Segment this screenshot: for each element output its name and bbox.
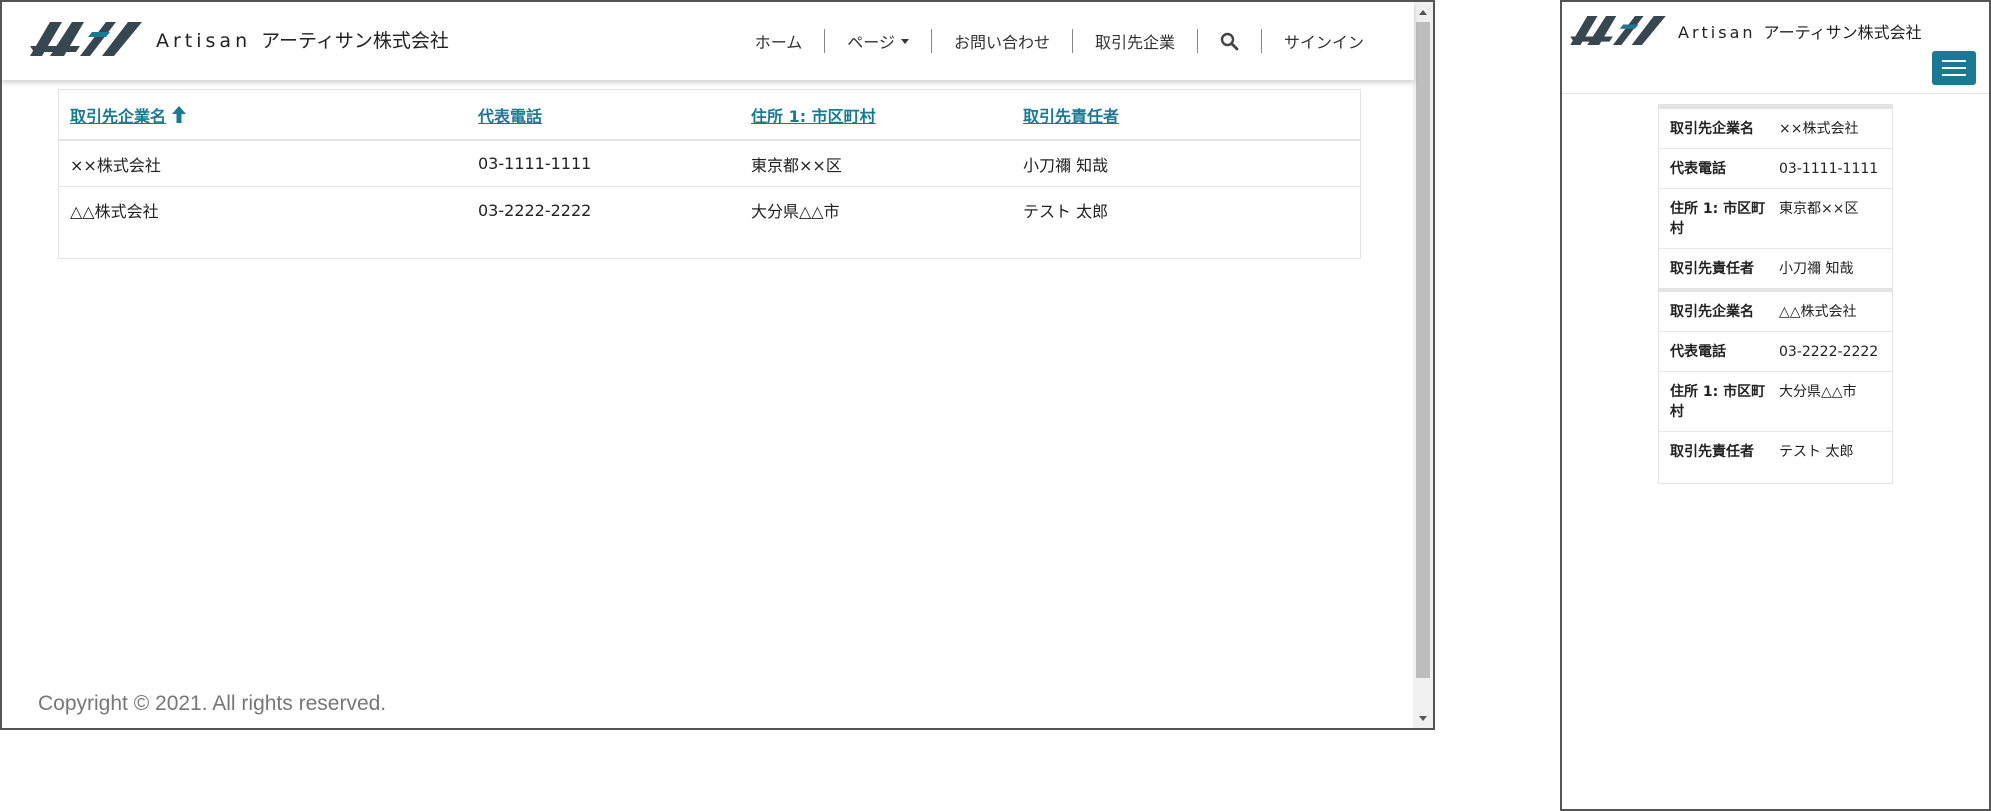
field-value: △△株式会社	[1779, 304, 1857, 320]
card-field-row: 代表電話 03-2222-2222	[1659, 332, 1892, 372]
column-header-account-name[interactable]: 取引先企業名	[59, 103, 467, 127]
field-value: 03-1111-1111	[1779, 161, 1879, 177]
account-card[interactable]: 取引先企業名 ××株式会社 代表電話 03-1111-1111 住所 1: 市区…	[1659, 105, 1892, 288]
accounts-table: 取引先企業名 代表電話 住所 1: 市区町村 取引先責任者 ××株式会社 03-…	[58, 89, 1361, 259]
cell-primary-contact: テスト 太郎	[1023, 202, 1109, 221]
brand-name: Artisan アーティサン株式会社	[1678, 22, 1922, 42]
scroll-down-arrow-icon[interactable]	[1413, 708, 1433, 728]
card-field-row: 取引先責任者 小刀禰 知哉	[1659, 249, 1892, 288]
scrollbar-thumb[interactable]	[1416, 22, 1430, 678]
column-header-primary-contact[interactable]: 取引先責任者	[1012, 103, 1352, 127]
field-label: 取引先企業名	[1670, 304, 1754, 320]
field-label: 取引先企業名	[1670, 121, 1754, 137]
field-label: 住所 1: 市区町 村	[1670, 384, 1766, 420]
logo-mark-icon	[1570, 16, 1666, 45]
logo-mark-icon	[30, 22, 142, 56]
accounts-card-list: 取引先企業名 ××株式会社 代表電話 03-1111-1111 住所 1: 市区…	[1658, 104, 1893, 484]
field-value: 東京都××区	[1779, 201, 1859, 217]
field-value: 大分県△△市	[1779, 384, 1857, 400]
cell-primary-contact: 小刀禰 知哉	[1023, 155, 1109, 175]
nav-accounts[interactable]: 取引先企業	[1073, 29, 1197, 53]
nav-contact[interactable]: お問い合わせ	[932, 29, 1072, 53]
cell-city: 大分県△△市	[751, 202, 840, 221]
card-field-row: 代表電話 03-1111-1111	[1659, 149, 1892, 189]
arrow-up-icon	[172, 106, 187, 123]
hamburger-menu-icon[interactable]	[1932, 51, 1976, 85]
card-field-row: 取引先企業名 △△株式会社	[1659, 292, 1892, 332]
mobile-header: Artisan アーティサン株式会社	[1562, 2, 1989, 94]
card-field-row: 住所 1: 市区町 村 東京都××区	[1659, 189, 1892, 249]
field-value: 03-2222-2222	[1779, 344, 1879, 360]
mobile-window: Artisan アーティサン株式会社 取引先企業名 ××株式会社 代表電話 03-…	[1560, 0, 1991, 811]
card-field-row: 取引先企業名 ××株式会社	[1659, 109, 1892, 149]
field-label: 代表電話	[1670, 344, 1726, 360]
cell-main-phone: 03-2222-2222	[478, 200, 592, 220]
search-icon	[1220, 32, 1239, 50]
cell-city: 東京都××区	[751, 155, 842, 175]
field-value: ××株式会社	[1779, 121, 1859, 137]
field-label: 住所 1: 市区町 村	[1670, 201, 1766, 237]
footer-copyright: Copyright © 2021. All rights reserved.	[38, 692, 387, 715]
account-card[interactable]: 取引先企業名 △△株式会社 代表電話 03-2222-2222 住所 1: 市区…	[1659, 288, 1892, 471]
site-header: Artisan アーティサン株式会社 ホーム ページ お問い合わせ 取引先企業 サ…	[2, 2, 1414, 80]
table-row[interactable]: ××株式会社 03-1111-1111 東京都××区 小刀禰 知哉	[59, 141, 1360, 187]
brand-logo[interactable]: Artisan アーティサン株式会社	[1570, 16, 1922, 45]
field-value: テスト 太郎	[1779, 444, 1854, 460]
table-row[interactable]: △△株式会社 03-2222-2222 大分県△△市 テスト 太郎	[59, 187, 1360, 233]
cell-account-name: △△株式会社	[70, 202, 159, 221]
nav-search[interactable]	[1198, 32, 1261, 51]
cell-main-phone: 03-1111-1111	[478, 154, 592, 173]
main-nav: ホーム ページ お問い合わせ 取引先企業 サインイン	[733, 2, 1386, 80]
scroll-up-arrow-icon[interactable]	[1413, 2, 1433, 22]
column-header-main-phone[interactable]: 代表電話	[467, 103, 740, 127]
cell-account-name: ××株式会社	[70, 155, 161, 175]
nav-signin[interactable]: サインイン	[1262, 29, 1386, 53]
field-label: 取引先責任者	[1670, 444, 1754, 460]
column-header-city[interactable]: 住所 1: 市区町村	[740, 103, 1012, 127]
vertical-scrollbar[interactable]	[1413, 2, 1433, 728]
card-field-row: 住所 1: 市区町 村 大分県△△市	[1659, 372, 1892, 432]
nav-pages-dropdown[interactable]: ページ	[825, 29, 931, 53]
table-header-row: 取引先企業名 代表電話 住所 1: 市区町村 取引先責任者	[59, 90, 1360, 141]
field-value: 小刀禰 知哉	[1779, 261, 1854, 277]
nav-home[interactable]: ホーム	[733, 29, 825, 53]
brand-name: Artisan アーティサン株式会社	[156, 29, 449, 52]
brand-logo[interactable]: Artisan アーティサン株式会社	[30, 22, 449, 56]
field-label: 代表電話	[1670, 161, 1726, 177]
card-field-row: 取引先責任者 テスト 太郎	[1659, 432, 1892, 471]
field-label: 取引先責任者	[1670, 261, 1754, 277]
desktop-window: Artisan アーティサン株式会社 ホーム ページ お問い合わせ 取引先企業 サ…	[0, 0, 1435, 730]
caret-down-icon	[900, 38, 909, 44]
